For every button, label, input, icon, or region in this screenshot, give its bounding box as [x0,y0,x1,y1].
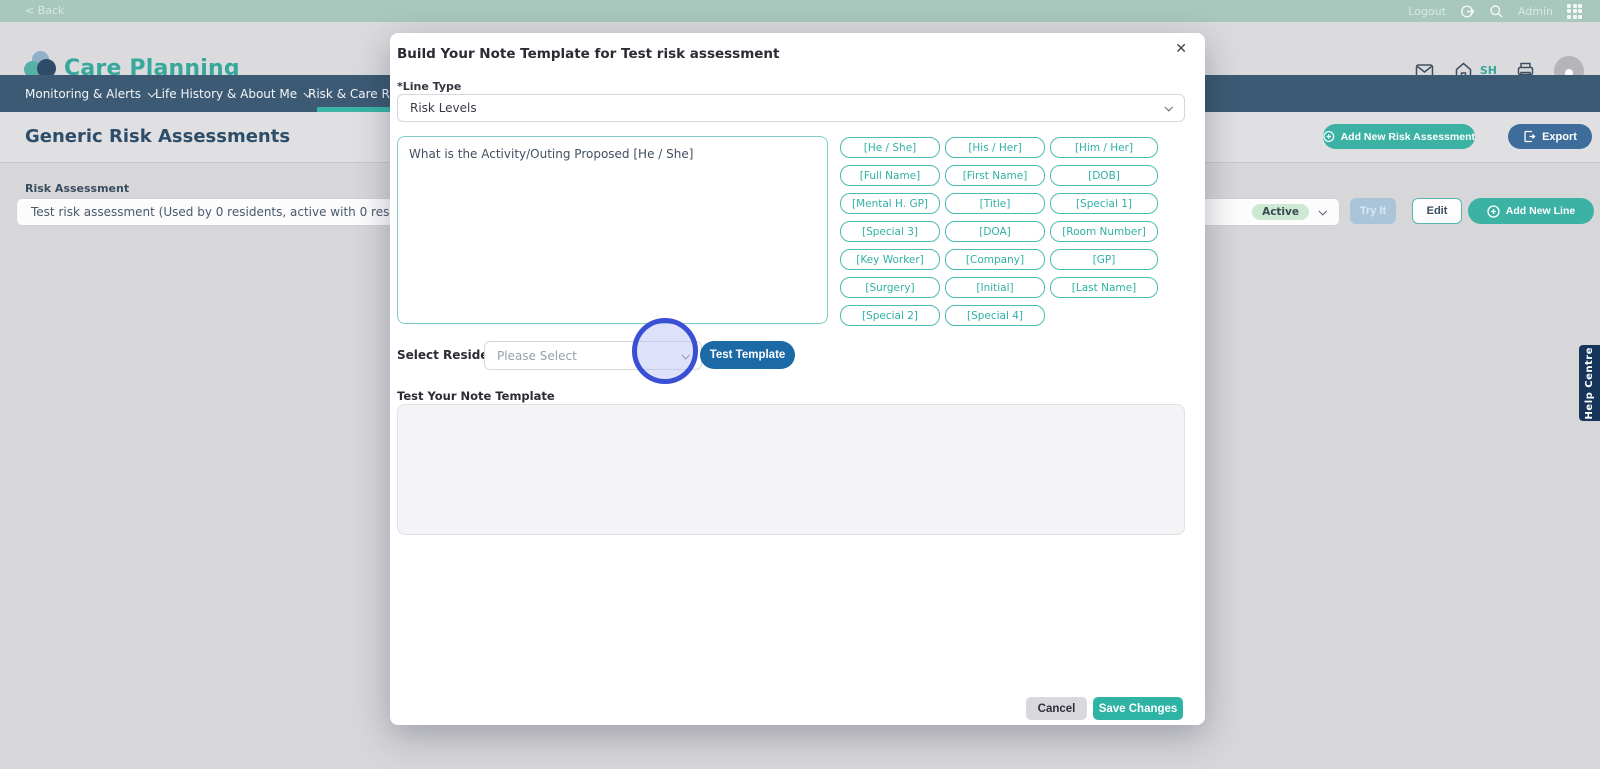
placeholder-chip[interactable]: [Mental H. GP] [840,193,940,214]
placeholder-chip[interactable]: [Last Name] [1050,277,1158,298]
placeholder-chip[interactable]: [DOB] [1050,165,1158,186]
close-icon[interactable]: ✕ [1175,41,1187,57]
placeholder-chip[interactable]: [DOA] [945,221,1045,242]
admin-link[interactable]: Admin [1518,5,1553,18]
chevron-down-icon [1164,103,1173,112]
placeholder-chip[interactable]: [Full Name] [840,165,940,186]
placeholder-chip[interactable]: [Special 2] [840,305,940,326]
placeholder-chip[interactable]: [Room Number] [1050,221,1158,242]
select-resident-dropdown[interactable]: Please Select [484,341,702,370]
chevron-down-icon [681,350,690,360]
help-centre-tab[interactable]: Help Centre [1579,345,1600,421]
apps-grid-icon[interactable] [1567,3,1582,19]
note-template-textarea[interactable]: What is the Activity/Outing Proposed [He… [397,136,828,324]
add-new-risk-assessment-button[interactable]: Add New Risk Assessment [1323,124,1475,149]
chevron-down-icon [1318,207,1327,216]
placeholder-chip[interactable]: [Key Worker] [840,249,940,270]
plus-circle-icon [1323,131,1335,142]
edit-button[interactable]: Edit [1412,198,1462,224]
test-template-button[interactable]: Test Template [700,341,795,369]
try-it-button[interactable]: Try It [1350,198,1396,224]
cancel-button[interactable]: Cancel [1026,697,1087,720]
top-utility-bar: < Back Logout Admin [0,0,1600,22]
placeholder-chip[interactable]: [Special 1] [1050,193,1158,214]
nav-item-monitoring-alerts[interactable]: Monitoring & Alerts [25,75,156,112]
status-badge: Active [1252,204,1309,220]
page-title: Generic Risk Assessments [25,126,291,147]
placeholder-chip[interactable]: [Company] [945,249,1045,270]
build-note-template-modal: ✕ Build Your Note Template for Test risk… [390,33,1205,725]
logout-link[interactable]: Logout [1408,5,1446,18]
risk-assessment-label: Risk Assessment [25,182,130,195]
placeholder-chip[interactable]: [His / Her] [945,137,1045,158]
line-type-select[interactable]: Risk Levels [397,94,1185,122]
search-icon[interactable] [1489,4,1504,19]
placeholder-chip[interactable]: [Him / Her] [1050,137,1158,158]
add-new-line-button[interactable]: Add New Line [1468,198,1594,224]
modal-title: Build Your Note Template for Test risk a… [397,46,780,62]
test-note-label: Test Your Note Template [397,389,555,403]
line-type-label: *Line Type [397,80,462,93]
assessment-name: Test risk assessment (Used by 0 resident… [31,205,431,219]
placeholder-chip[interactable]: [Surgery] [840,277,940,298]
back-link[interactable]: < Back [25,4,64,17]
logout-icon[interactable] [1460,4,1475,19]
placeholder-chip[interactable]: [Special 4] [945,305,1045,326]
export-button[interactable]: Export [1508,124,1592,149]
placeholder-chip[interactable]: [GP] [1050,249,1158,270]
nav-item-life-history[interactable]: Life History & About Me [155,75,313,112]
placeholder-chip[interactable]: [Title] [945,193,1045,214]
placeholder-chip[interactable]: [First Name] [945,165,1045,186]
export-icon [1524,130,1536,143]
placeholder-chip[interactable]: [Special 3] [840,221,940,242]
status-dropdown[interactable]: Active [1252,204,1327,220]
test-note-output-textarea [397,404,1185,535]
placeholder-chip[interactable]: [He / She] [840,137,940,158]
placeholder-chip[interactable]: [Initial] [945,277,1045,298]
placeholder-chips: [He / She] [His / Her] [Him / Her] [Full Na… [840,137,1158,326]
plus-circle-icon [1487,204,1500,218]
save-changes-button[interactable]: Save Changes [1093,697,1183,720]
